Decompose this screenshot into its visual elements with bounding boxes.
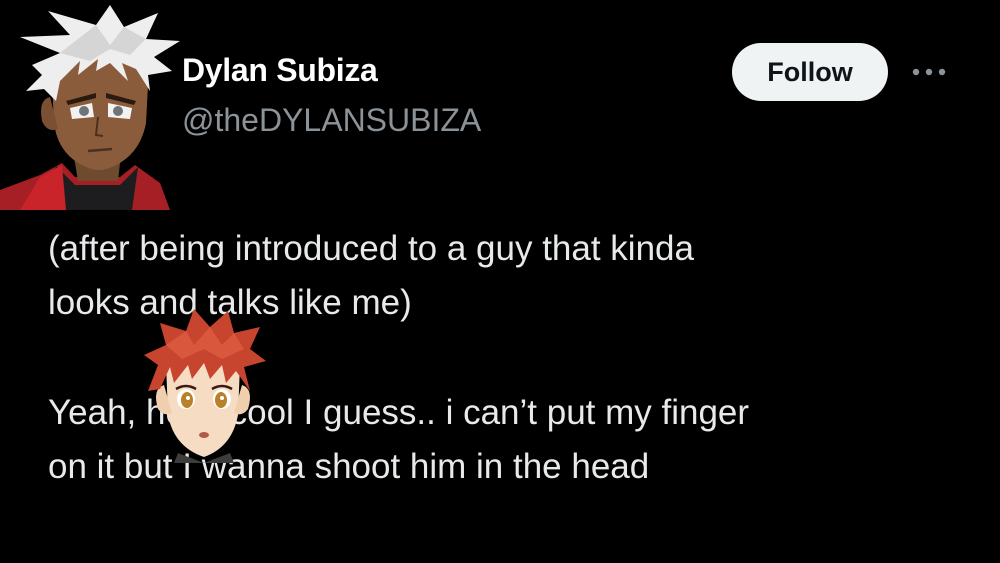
author-avatar[interactable] xyxy=(0,5,185,210)
tweet-card: Dylan Subiza @theDYLANSUBIZA Follow (aft… xyxy=(0,0,1000,563)
more-dots-icon[interactable] xyxy=(909,62,949,82)
anime-character-red-hair-face-icon xyxy=(144,309,266,463)
inline-character-image xyxy=(138,305,268,463)
follow-button[interactable]: Follow xyxy=(732,43,888,101)
author-handle[interactable]: @theDYLANSUBIZA xyxy=(182,102,481,139)
tweet-line: (after being introduced to a guy that ki… xyxy=(48,229,694,268)
author-display-name[interactable]: Dylan Subiza xyxy=(182,52,378,89)
anime-character-white-hair-avatar-icon xyxy=(0,5,180,210)
